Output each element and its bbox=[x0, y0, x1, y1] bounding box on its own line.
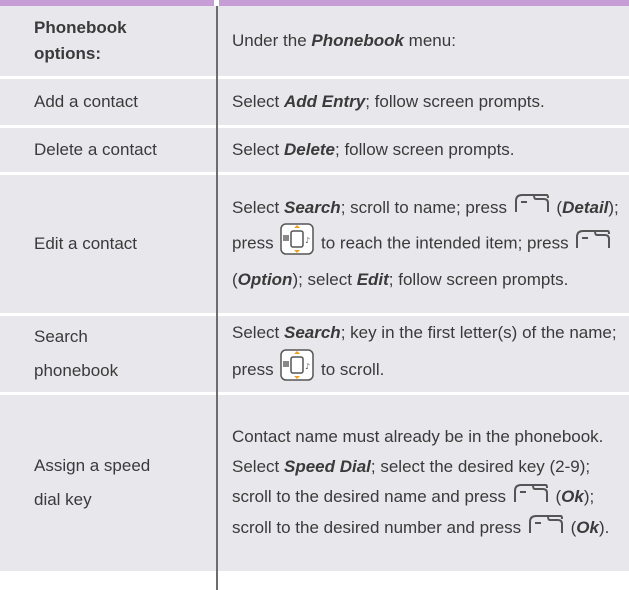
softkey-label: Detail bbox=[562, 197, 609, 217]
softkey-label: Option bbox=[237, 270, 293, 290]
option-label: Edit a contact bbox=[34, 175, 204, 313]
header-suffix: menu: bbox=[403, 31, 456, 50]
option-label: Assign a speed dial key bbox=[34, 395, 204, 571]
menu-entry-name: Speed Dial bbox=[283, 457, 371, 477]
left-softkey-icon bbox=[528, 514, 564, 544]
option-text: dial key bbox=[34, 490, 92, 509]
menu-entry-name: Edit bbox=[356, 270, 389, 290]
option-text: Add a contact bbox=[34, 92, 138, 111]
menu-entry-name: Search bbox=[283, 197, 341, 217]
option-label: Add a contact bbox=[34, 79, 204, 125]
option-text: Edit a contact bbox=[34, 234, 138, 253]
option-description: Select Add Entry; follow screen prompts. bbox=[232, 92, 545, 111]
left-softkey-icon bbox=[514, 193, 550, 223]
header-menu-label: Under the Phonebook menu: bbox=[232, 6, 624, 76]
svg-text:♪: ♪ bbox=[305, 236, 310, 245]
option-label: Search phonebook bbox=[34, 316, 204, 392]
header-options-label: Phonebook options: bbox=[34, 14, 204, 68]
option-description: Select Delete; follow screen prompts. bbox=[232, 140, 515, 159]
menu-entry-name: Delete bbox=[283, 140, 336, 159]
option-label: Delete a contact bbox=[34, 128, 204, 172]
navigation-key-icon: ♪ bbox=[280, 223, 315, 265]
svg-text:♪: ♪ bbox=[305, 362, 310, 371]
header-menu-name: Phonebook bbox=[311, 31, 404, 50]
option-text: Delete a contact bbox=[34, 140, 157, 159]
column-divider bbox=[216, 6, 218, 590]
option-description: Select Search; scroll to name; press (De… bbox=[232, 175, 624, 313]
header-prefix: Under the bbox=[232, 31, 312, 50]
table-row: Edit a contact Select Search; scroll to … bbox=[0, 175, 629, 313]
table-row: Delete a contact Select Delete; follow s… bbox=[0, 128, 629, 172]
option-description: Contact name must already be in the phon… bbox=[232, 395, 624, 571]
option-text: Assign a speed bbox=[34, 456, 151, 475]
option-text: phonebook bbox=[34, 361, 119, 380]
table-row: Assign a speed dial key Contact name mus… bbox=[0, 395, 629, 571]
header-row: Phonebook options: Under the Phonebook m… bbox=[0, 6, 629, 76]
softkey-label: Ok bbox=[576, 518, 599, 537]
left-softkey-icon bbox=[513, 483, 549, 513]
menu-entry-name: Add Entry bbox=[283, 92, 366, 111]
table-row: Search phonebook Select Search; key in t… bbox=[0, 316, 629, 392]
navigation-key-icon: ♪ bbox=[280, 348, 315, 392]
softkey-label: Ok bbox=[561, 487, 584, 507]
header-options-text: Phonebook options: bbox=[34, 18, 127, 63]
option-description: Select Search; key in the first letter(s… bbox=[232, 316, 624, 392]
option-text: Search bbox=[34, 327, 88, 346]
left-softkey-icon bbox=[575, 229, 611, 259]
table-row: Add a contact Select Add Entry; follow s… bbox=[0, 79, 629, 125]
menu-entry-name: Search bbox=[283, 322, 341, 342]
